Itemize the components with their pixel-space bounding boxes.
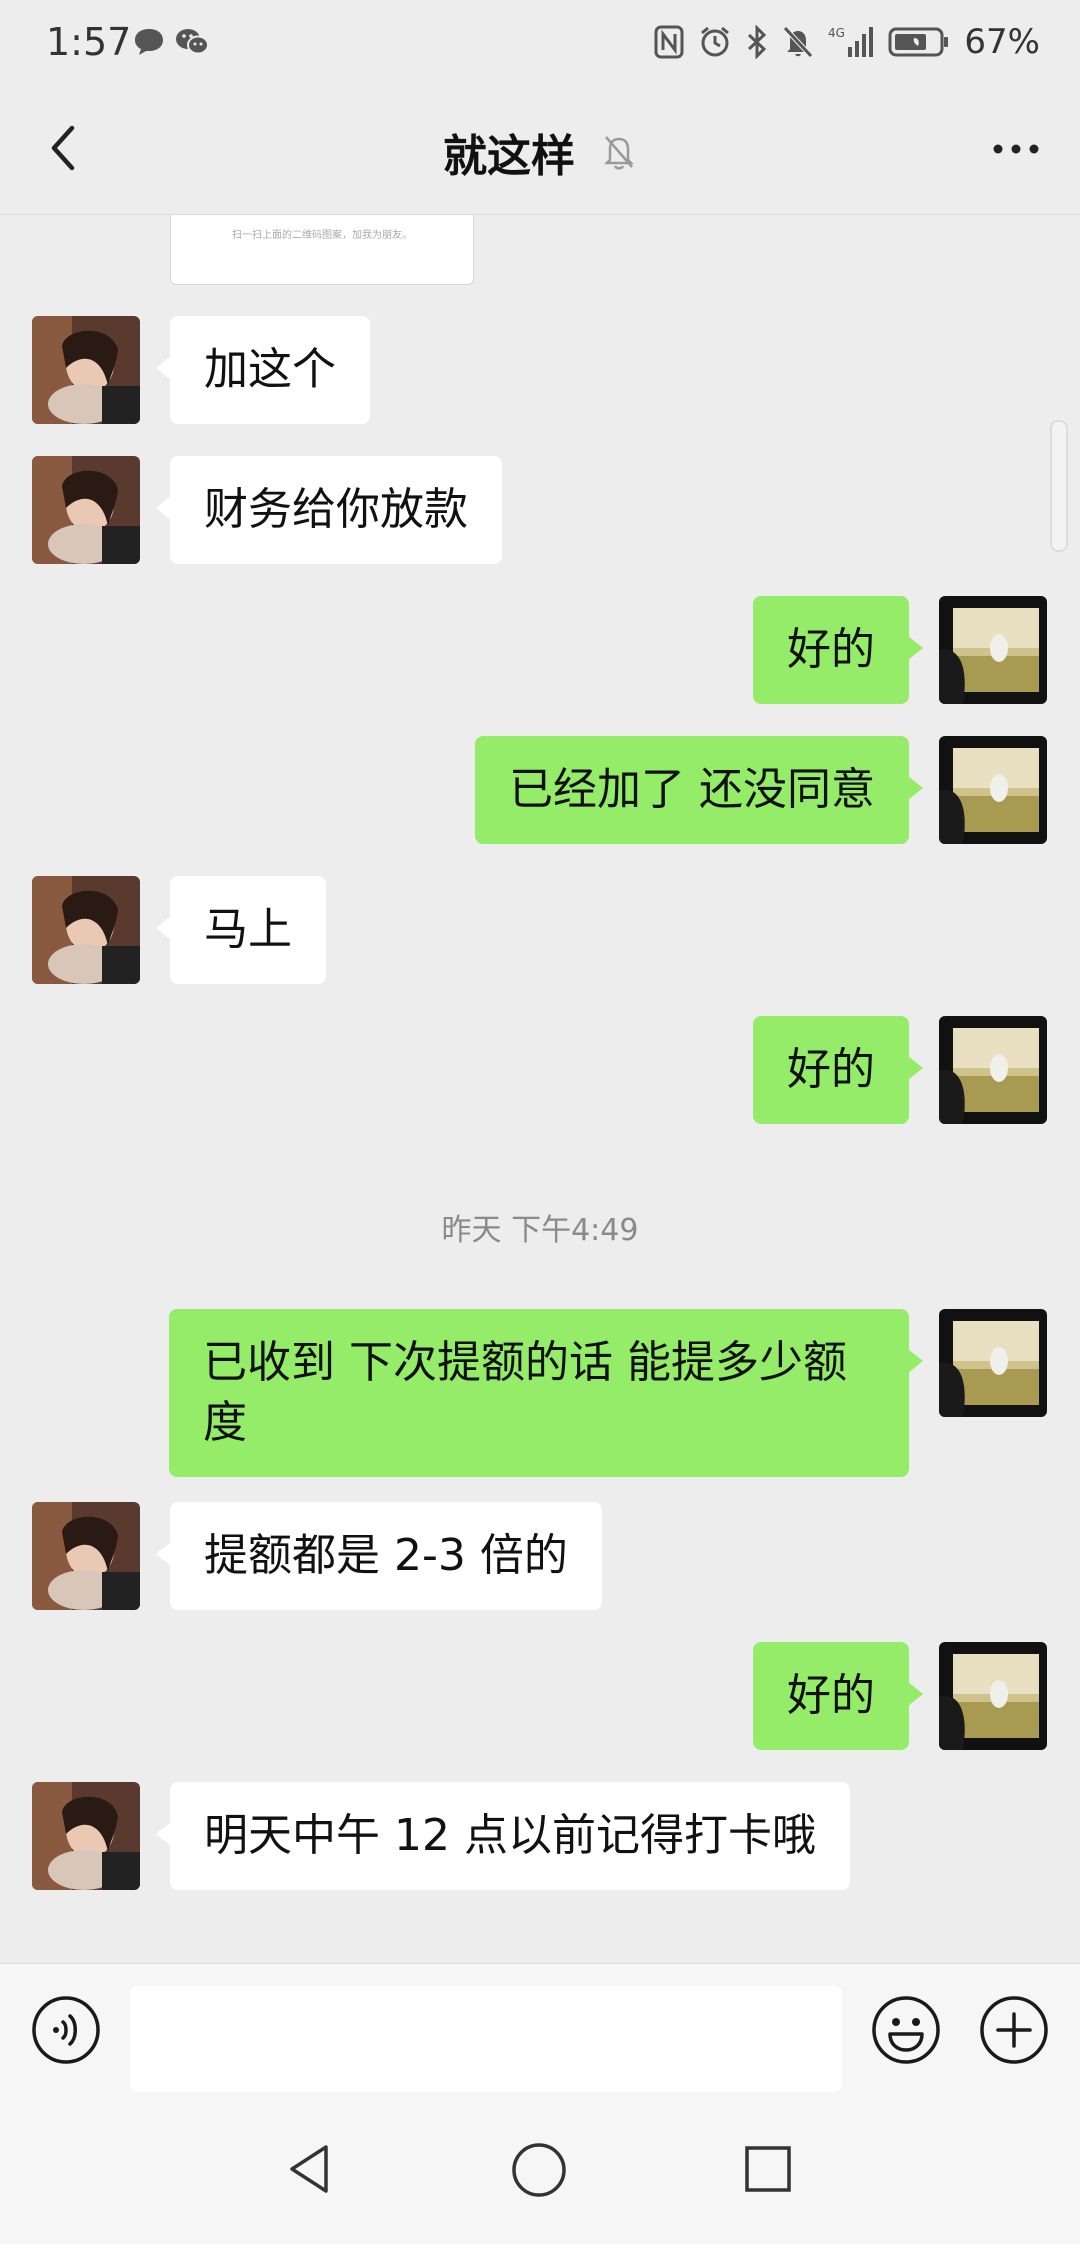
- message-bubble[interactable]: 已经加了 还没同意: [475, 736, 923, 844]
- message-bubble[interactable]: 提额都是 2-3 倍的: [156, 1502, 602, 1610]
- signal-4g-icon: 4G: [828, 26, 874, 57]
- svg-text:4G: 4G: [828, 26, 845, 40]
- contact-avatar[interactable]: [32, 1502, 140, 1610]
- message-bubble[interactable]: 好的: [753, 1016, 923, 1124]
- message-text-input[interactable]: [130, 1986, 842, 2092]
- mute-notification-icon: [603, 136, 635, 170]
- voice-input-icon[interactable]: [30, 1994, 102, 2066]
- system-back-icon[interactable]: [282, 2141, 338, 2197]
- my-avatar[interactable]: [939, 1016, 1047, 1124]
- chat-header: 就这样: [0, 88, 1080, 215]
- status-bar: 1:57 4G 67%: [0, 0, 1080, 88]
- status-time: 1:57: [46, 20, 132, 64]
- battery-percent: 67%: [964, 22, 1040, 62]
- contact-avatar[interactable]: [32, 316, 140, 424]
- my-avatar[interactable]: [939, 1309, 1047, 1417]
- mute-bell-icon: [783, 26, 814, 58]
- wechat-icon: [176, 29, 209, 55]
- system-home-icon[interactable]: [510, 2141, 568, 2199]
- system-navigation-bar: [0, 2093, 1080, 2244]
- message-bubble[interactable]: 马上: [156, 876, 326, 984]
- scrollbar[interactable]: [1050, 420, 1068, 552]
- message-bubble[interactable]: 好的: [753, 1642, 923, 1750]
- more-functions-plus-icon[interactable]: [978, 1994, 1050, 2066]
- message-bubble[interactable]: 加这个: [156, 316, 370, 424]
- contact-avatar[interactable]: [32, 1782, 140, 1890]
- message-bubble[interactable]: 已收到 下次提额的话 能提多少额度: [169, 1309, 923, 1477]
- message-bubble[interactable]: 明天中午 12 点以前记得打卡哦: [156, 1782, 850, 1890]
- message-bubble[interactable]: 好的: [753, 596, 923, 704]
- nfc-icon: [654, 25, 684, 59]
- my-avatar[interactable]: [939, 596, 1047, 704]
- battery-icon: [888, 27, 949, 57]
- bluetooth-icon: [748, 25, 767, 59]
- contact-card-message[interactable]: 扫一扫上面的二维码图案，加我为朋友。: [170, 215, 474, 285]
- system-recent-apps-icon[interactable]: [742, 2143, 794, 2195]
- contact-avatar[interactable]: [32, 456, 140, 564]
- message-input-bar: [0, 1963, 1080, 2094]
- chat-title: 就这样: [443, 131, 575, 182]
- chat-messages[interactable]: 扫一扫上面的二维码图案，加我为朋友。 加这个 财务给你放款 好的 已经加了 还没…: [0, 215, 1080, 1963]
- my-avatar[interactable]: [939, 736, 1047, 844]
- emoji-icon[interactable]: [870, 1994, 942, 2066]
- contact-avatar[interactable]: [32, 876, 140, 984]
- alarm-icon: [701, 26, 730, 57]
- message-bubble[interactable]: 财务给你放款: [156, 456, 502, 564]
- chat-timestamp: 昨天 下午4:49: [441, 1213, 639, 1248]
- message-bubble-icon: [135, 29, 163, 55]
- my-avatar[interactable]: [939, 1642, 1047, 1750]
- more-options-icon[interactable]: [986, 124, 1046, 174]
